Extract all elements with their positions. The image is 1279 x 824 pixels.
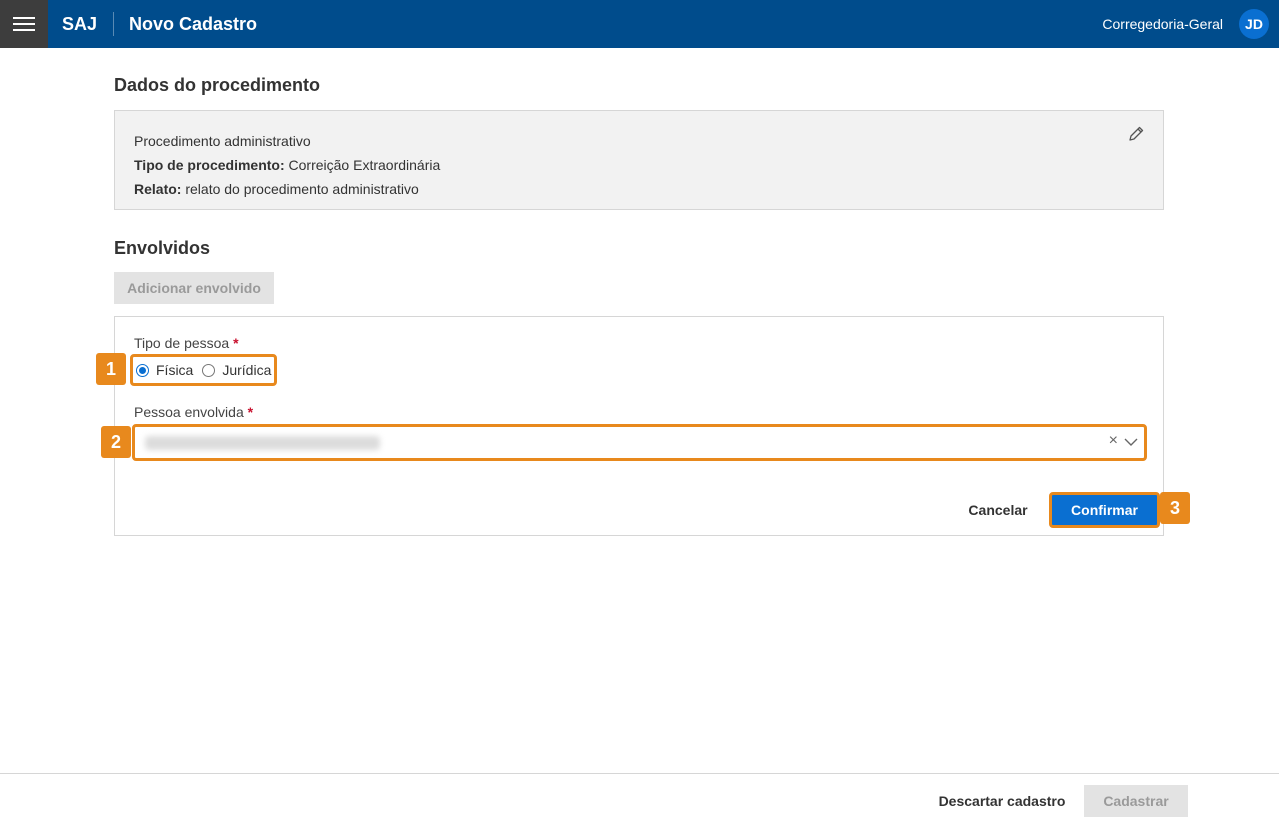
add-involved-button[interactable]: Adicionar envolvido (114, 272, 274, 304)
procedure-summary: Procedimento administrativo Tipo de proc… (114, 110, 1164, 210)
radio-fisica[interactable]: Física (136, 362, 193, 378)
procedure-report-value: relato do procedimento administrativo (185, 181, 419, 197)
person-type-radio-group: Física Jurídica (130, 354, 277, 386)
confirm-button[interactable]: Confirmar (1049, 492, 1160, 528)
footer-bar: Descartar cadastro Cadastrar (0, 773, 1279, 824)
required-mark: * (233, 335, 239, 351)
person-type-label-text: Tipo de pessoa (134, 335, 230, 351)
page-title: Novo Cadastro (129, 13, 258, 34)
procedure-kind-label: Tipo de procedimento: (134, 157, 285, 173)
organization-name[interactable]: Corregedoria-Geral (1102, 16, 1223, 32)
involved-form: Tipo de pessoa * Física Jurídica Pessoa … (114, 316, 1164, 536)
required-mark: * (247, 404, 254, 420)
person-type-label: Tipo de pessoa * (134, 335, 239, 351)
step-badge-3: 3 (1160, 492, 1190, 524)
radio-juridica[interactable]: Jurídica (202, 362, 271, 378)
procedure-type-line: Procedimento administrativo (134, 133, 311, 149)
procedure-kind-value: Correição Extraordinária (288, 157, 441, 173)
discard-button[interactable]: Descartar cadastro (926, 785, 1078, 817)
top-bar: SAJ Novo Cadastro Corregedoria-Geral JD (0, 0, 1279, 48)
app-brand[interactable]: SAJ (62, 12, 115, 36)
clear-icon[interactable]: × (1109, 432, 1118, 450)
involved-section-title: Envolvidos (114, 238, 211, 258)
cancel-button[interactable]: Cancelar (953, 499, 1043, 521)
involved-person-label: Pessoa envolvida * (134, 404, 253, 420)
procedure-report-line: Relato: relato do procedimento administr… (134, 177, 1144, 201)
step-badge-2: 2 (101, 426, 131, 458)
hamburger-menu-icon[interactable] (0, 0, 48, 48)
chevron-down-icon[interactable] (1124, 435, 1138, 449)
submit-button[interactable]: Cadastrar (1084, 785, 1188, 817)
involved-person-select[interactable]: × (132, 424, 1147, 461)
step-badge-1: 1 (96, 353, 126, 385)
procedure-section-title: Dados do procedimento (114, 75, 321, 95)
procedure-kind-line: Tipo de procedimento: Correição Extraord… (134, 153, 1144, 177)
involved-person-label-text: Pessoa envolvida (134, 404, 244, 420)
radio-fisica-label: Física (156, 362, 194, 378)
pencil-edit-icon[interactable] (1127, 125, 1145, 143)
involved-person-value-blurred (145, 436, 380, 450)
radio-juridica-button[interactable] (202, 363, 216, 377)
user-avatar[interactable]: JD (1239, 9, 1269, 39)
radio-fisica-button[interactable] (136, 363, 149, 377)
radio-juridica-label: Jurídica (222, 362, 272, 378)
procedure-report-label: Relato: (134, 181, 182, 197)
